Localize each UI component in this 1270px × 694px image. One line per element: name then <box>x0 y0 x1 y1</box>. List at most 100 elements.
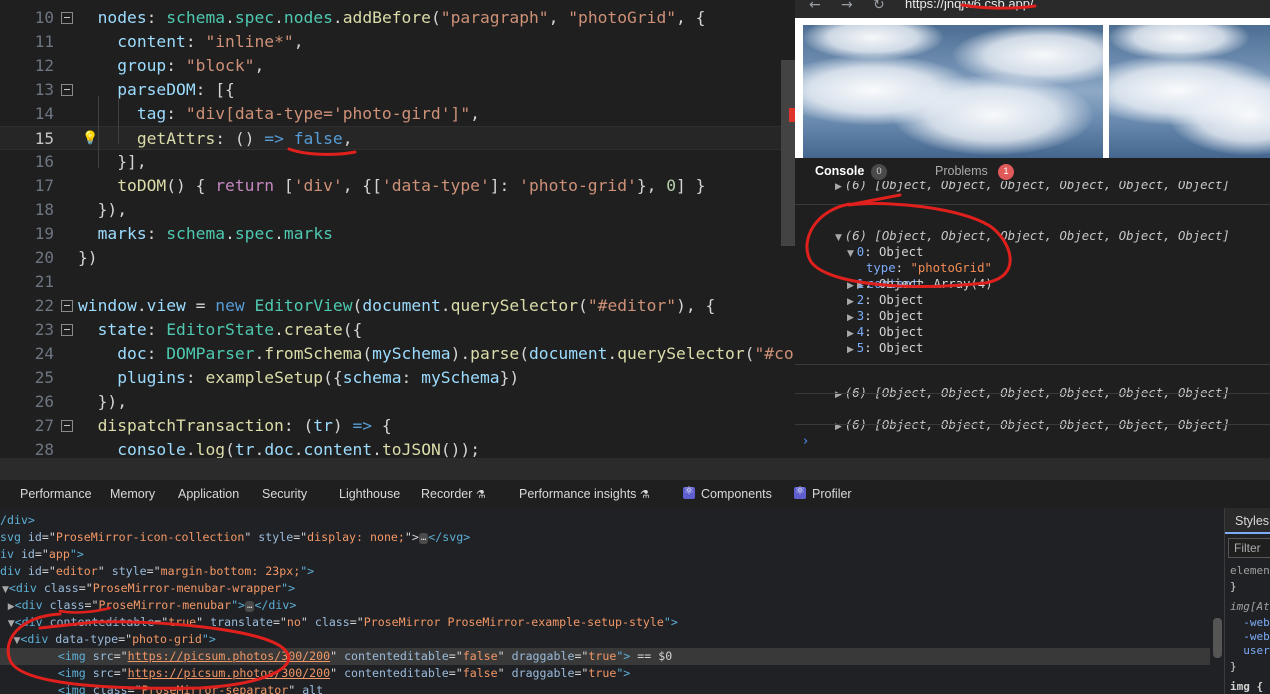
code-line[interactable]: 25 plugins: exampleSetup({schema: mySche… <box>0 366 795 390</box>
dom-token: style <box>111 564 147 578</box>
fold-icon[interactable] <box>61 12 73 24</box>
tab-lighthouse[interactable]: Lighthouse <box>339 487 400 501</box>
console-log-entry[interactable]: ▶ (6) [Object, Object, Object, Object, O… <box>795 181 1270 193</box>
photo-2[interactable] <box>1109 25 1270 158</box>
console-log-entry[interactable]: ▶ (6) [Object, Object, Object, Object, O… <box>795 401 1270 449</box>
code-token: , { <box>676 8 706 27</box>
code-token: : <box>146 344 167 363</box>
tab-problems[interactable]: Problems <box>935 164 988 178</box>
tab-performance-insights[interactable]: Performance insights ⚗ <box>519 487 650 501</box>
dom-token: "> <box>616 666 631 680</box>
tab-application[interactable]: Application <box>178 487 239 501</box>
forward-icon[interactable]: → <box>841 0 853 13</box>
code-editor[interactable]: 10 nodes: schema.spec.nodes.addBefore("p… <box>0 0 795 458</box>
code-line[interactable]: 18 }), <box>0 198 795 222</box>
dom-token: <div <box>14 598 50 612</box>
dom-token: =" <box>574 666 589 680</box>
dom-token: contenteditable <box>344 666 449 680</box>
code-line[interactable]: 14 tag: "div[data-type='photo-gird']", <box>0 102 795 126</box>
code-line[interactable]: 13 parseDOM: [{ <box>0 78 795 102</box>
tab-profiler[interactable]: Profiler <box>794 484 852 501</box>
indent-guide <box>98 96 99 168</box>
code-line[interactable]: 20}) <box>0 246 795 270</box>
line-number: 11 <box>34 32 54 51</box>
photo-1[interactable] <box>803 25 1103 158</box>
elements-scrollbar[interactable] <box>1210 508 1224 694</box>
dom-token: =" <box>34 547 49 561</box>
dom-node-line[interactable]: <img class="ProseMirror-separator" alt <box>0 682 1210 694</box>
code-line[interactable]: 24 doc: DOMParser.fromSchema(mySchema).p… <box>0 342 795 366</box>
fold-icon[interactable] <box>61 420 73 432</box>
dom-node-line[interactable]: ▶<div class="ProseMirror-menubar">… </div… <box>0 597 1210 614</box>
code-line[interactable]: 26 }), <box>0 390 795 414</box>
fold-icon[interactable] <box>61 84 73 96</box>
dom-node-line[interactable]: ▼<div class="ProseMirror-menubar-wrapper… <box>0 580 1210 597</box>
code-line[interactable]: 11 content: "inline*", <box>0 30 795 54</box>
styles-filter-input[interactable]: Filter <box>1228 538 1270 558</box>
code-token: ( <box>578 296 588 315</box>
reload-icon[interactable]: ↻ <box>873 0 885 13</box>
dom-token: =" <box>41 564 56 578</box>
tab-memory[interactable]: Memory <box>110 487 155 501</box>
tab-console[interactable]: Console <box>815 164 864 178</box>
code-line[interactable]: 27 dispatchTransaction: (tr) => { <box>0 414 795 438</box>
tab-security[interactable]: Security <box>262 487 307 501</box>
dom-token: " <box>497 666 512 680</box>
tab-recorder[interactable]: Recorder ⚗ <box>421 487 486 501</box>
code-token: mySchema <box>372 344 451 363</box>
console-prompt[interactable]: › <box>803 434 808 449</box>
scroll-thumb[interactable] <box>1213 618 1222 658</box>
code-token: getAttrs <box>136 129 216 148</box>
dom-token: data-type <box>55 632 119 646</box>
code-token: . <box>274 8 284 27</box>
console-panel: Console 0 Problems 1 ▶ (6) [Object, Obje… <box>795 158 1270 458</box>
dom-node-line[interactable]: svg id="ProseMirror-icon-collection" sty… <box>0 529 1210 546</box>
src-link[interactable]: https://picsum.photos/300/200 <box>128 666 330 680</box>
dom-node-line[interactable]: /div> <box>0 512 1210 529</box>
code-line[interactable]: 21 <box>0 270 795 294</box>
dom-node-line[interactable]: <img src="https://picsum.photos/300/200"… <box>0 665 1210 682</box>
code-scrollbar[interactable] <box>781 60 795 246</box>
dom-token: iv <box>0 547 21 561</box>
tab-performance[interactable]: Performance <box>20 487 92 501</box>
tab-styles[interactable]: Styles <box>1225 508 1270 534</box>
dom-token: =" <box>448 666 463 680</box>
style-rule-line: img[Att <box>1230 600 1270 613</box>
fold-icon[interactable] <box>61 300 73 312</box>
url-text[interactable]: https://jnqjw6.csb.app/ <box>905 0 1034 11</box>
address-bar[interactable]: ← → ↻ https://jnqjw6.csb.app/ <box>795 0 1270 18</box>
dom-token[interactable]: … <box>418 533 429 544</box>
code-line[interactable]: 22 window.view = new EditorView(document.… <box>0 294 795 318</box>
code-line[interactable]: 15 💡 getAttrs: () => false, <box>0 126 795 150</box>
dom-token: app <box>48 547 70 561</box>
code-line[interactable]: 23 state: EditorState.create({ <box>0 318 795 342</box>
code-line[interactable]: 12 group: "block", <box>0 54 795 78</box>
code-line[interactable]: 19 marks: schema.spec.marks <box>0 222 795 246</box>
elements-tree[interactable]: /div> svg id="ProseMirror-icon-collection… <box>0 508 1210 694</box>
code-text: plugins: exampleSetup({schema: mySchema}… <box>78 366 519 390</box>
dom-node-line[interactable]: div id="editor" style="margin-bottom: 23… <box>0 563 1210 580</box>
code-line[interactable]: 28 console.log(tr.doc.content.toJSON()); <box>0 438 795 458</box>
code-token: . <box>225 224 235 243</box>
devtools-tabbar: Performance Memory Application Security … <box>0 458 1270 508</box>
tab-components[interactable]: Components <box>683 484 772 501</box>
dom-token: =" <box>41 530 56 544</box>
code-token: , <box>548 8 569 27</box>
dom-node-line[interactable]: <img src="https://picsum.photos/300/200"… <box>0 648 1210 665</box>
back-icon[interactable]: ← <box>809 0 821 13</box>
dom-node-line[interactable]: ▼<div data-type="photo-grid"> <box>0 631 1210 648</box>
code-line[interactable]: 17 toDOM() { return ['div', {['data-type… <box>0 174 795 198</box>
tab-performance-insights-label: Performance insights <box>519 487 637 501</box>
dom-token: "> <box>300 564 315 578</box>
src-link[interactable]: https://picsum.photos/300/200 <box>128 649 330 663</box>
fold-icon[interactable] <box>61 324 73 336</box>
dom-node-line[interactable]: iv id="app"> <box>0 546 1210 563</box>
code-token: nodes <box>283 8 333 27</box>
code-line[interactable]: 16 }], <box>0 150 795 174</box>
dom-node-line[interactable]: ▼<div contenteditable="true" translate="… <box>0 614 1210 631</box>
code-line[interactable]: 10 nodes: schema.spec.nodes.addBefore("p… <box>0 6 795 30</box>
code-token: => <box>264 129 284 148</box>
